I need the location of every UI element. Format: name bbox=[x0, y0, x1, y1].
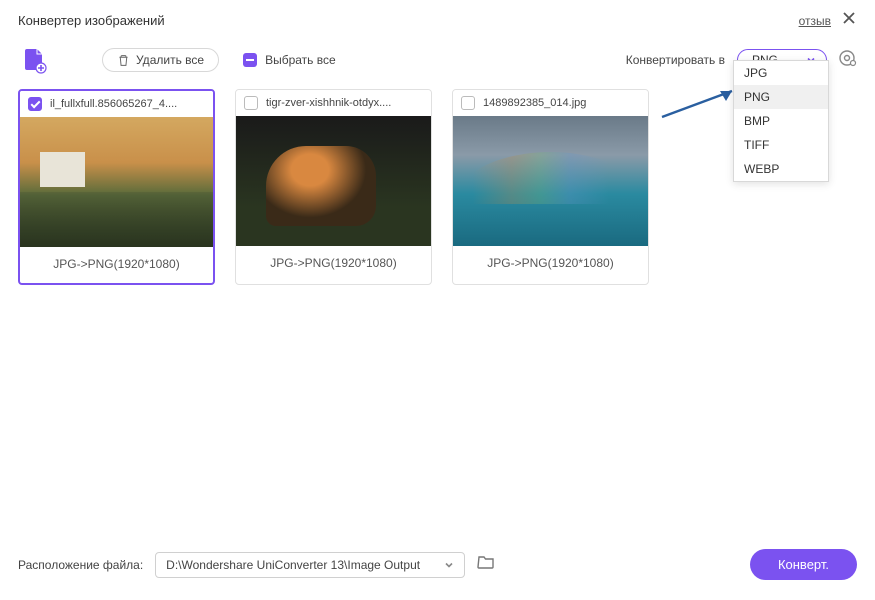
output-path-dropdown[interactable]: D:\Wondershare UniConverter 13\Image Out… bbox=[155, 552, 465, 578]
output-path-value: D:\Wondershare UniConverter 13\Image Out… bbox=[166, 558, 420, 572]
file-card[interactable]: tigr-zver-xishhnik-otdyx.... JPG->PNG(192… bbox=[235, 89, 432, 285]
file-conversion-info: JPG->PNG(1920*1080) bbox=[453, 246, 648, 282]
file-card[interactable]: il_fullxfull.856065267_4.... JPG->PNG(192… bbox=[18, 89, 215, 285]
chevron-down-icon bbox=[444, 560, 454, 570]
format-option-tiff[interactable]: TIFF bbox=[734, 133, 828, 157]
file-name: 1489892385_014.jpg bbox=[483, 97, 586, 109]
feedback-link[interactable]: отзыв bbox=[799, 14, 831, 28]
output-location-label: Расположение файла: bbox=[18, 558, 143, 572]
file-checkbox[interactable] bbox=[461, 96, 475, 110]
file-conversion-info: JPG->PNG(1920*1080) bbox=[20, 247, 213, 283]
convert-to-label: Конвертировать в bbox=[626, 53, 725, 67]
file-card[interactable]: 1489892385_014.jpg JPG->PNG(1920*1080) bbox=[452, 89, 649, 285]
settings-button[interactable] bbox=[837, 48, 857, 73]
open-folder-button[interactable] bbox=[477, 553, 495, 576]
format-dropdown-menu[interactable]: JPGPNGBMPTIFFWEBP bbox=[733, 60, 829, 182]
file-thumbnail bbox=[453, 116, 648, 246]
convert-button[interactable]: Конверт. bbox=[750, 549, 857, 580]
delete-all-button[interactable]: Удалить все bbox=[102, 48, 219, 72]
add-file-button[interactable] bbox=[18, 45, 52, 75]
format-option-webp[interactable]: WEBP bbox=[734, 157, 828, 181]
add-file-icon bbox=[21, 46, 49, 74]
folder-icon bbox=[477, 553, 495, 571]
file-checkbox[interactable] bbox=[28, 97, 42, 111]
gear-icon bbox=[837, 48, 857, 68]
format-option-bmp[interactable]: BMP bbox=[734, 109, 828, 133]
delete-all-label: Удалить все bbox=[136, 53, 204, 67]
format-option-jpg[interactable]: JPG bbox=[734, 61, 828, 85]
file-name: il_fullxfull.856065267_4.... bbox=[50, 98, 177, 110]
file-thumbnail bbox=[20, 117, 213, 247]
trash-icon bbox=[117, 54, 130, 67]
select-all-checkbox-icon bbox=[243, 53, 257, 67]
file-conversion-info: JPG->PNG(1920*1080) bbox=[236, 246, 431, 282]
format-option-png[interactable]: PNG bbox=[734, 85, 828, 109]
select-all-toggle[interactable]: Выбрать все bbox=[243, 53, 336, 67]
file-thumbnail bbox=[236, 116, 431, 246]
select-all-label: Выбрать все bbox=[265, 53, 336, 67]
annotation-arrow bbox=[660, 85, 740, 121]
close-icon[interactable] bbox=[841, 10, 857, 31]
file-name: tigr-zver-xishhnik-otdyx.... bbox=[266, 97, 391, 109]
page-title: Конвертер изображений bbox=[18, 13, 165, 28]
file-checkbox[interactable] bbox=[244, 96, 258, 110]
